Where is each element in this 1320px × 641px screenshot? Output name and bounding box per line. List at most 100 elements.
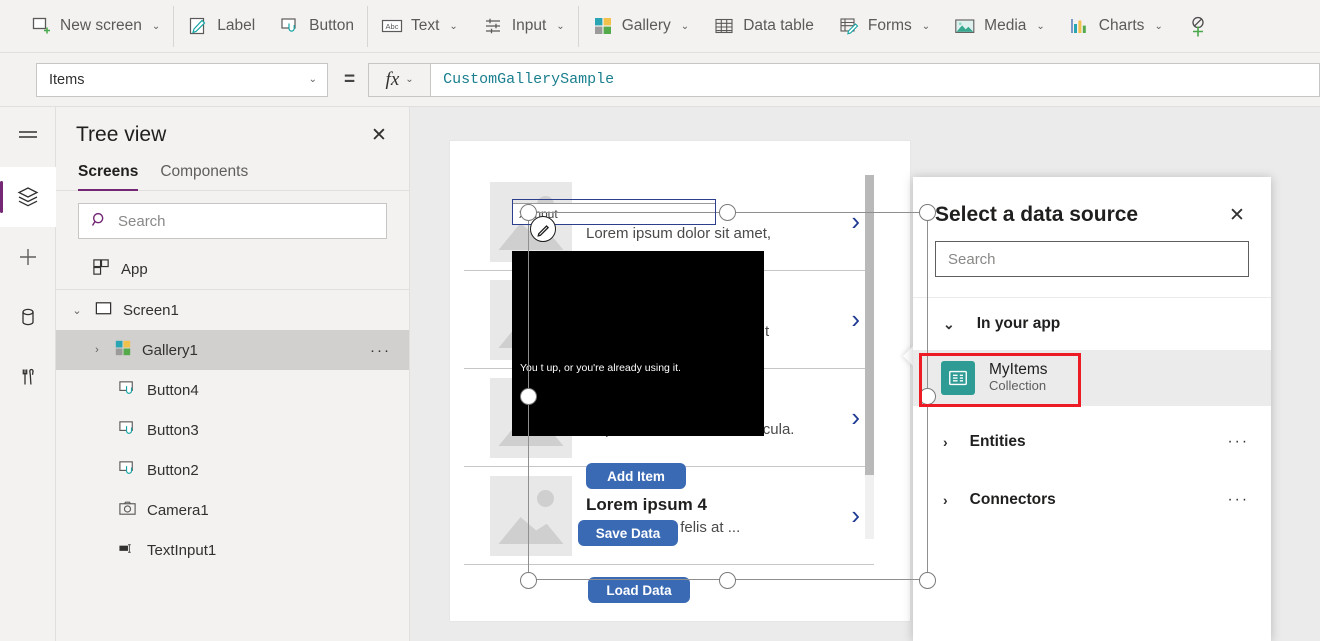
close-icon[interactable]: ✕ — [367, 123, 391, 147]
powerapps-studio: New screen ⌄ Label Button Abc Text ⌄ — [0, 0, 1320, 641]
toolbar-item-input[interactable]: Input ⌄ — [470, 4, 577, 48]
screen1-surface[interactable]: Lorem ipsum 1 Lorem ipsum dolor sit amet… — [450, 141, 910, 621]
data-source-search-input[interactable]: Search — [935, 241, 1249, 277]
sidebar-item-gallery1[interactable]: › Gallery1 ··· — [56, 330, 409, 370]
search-placeholder: Search — [118, 213, 166, 230]
button-icon — [279, 15, 301, 37]
hamburger-menu-icon[interactable] — [0, 107, 56, 167]
button-icon — [118, 379, 137, 402]
gallery-item-subtitle: Lorem ipsum dolor sit amet, — [586, 224, 851, 244]
tree-node-label: App — [121, 261, 148, 278]
toolbar-item-new-screen[interactable]: New screen ⌄ — [18, 4, 172, 48]
sidebar-item-textinput1[interactable]: TextInput1 — [56, 530, 409, 570]
sidebar-item-button3[interactable]: Button3 — [56, 410, 409, 450]
chevron-right-icon[interactable]: › — [943, 434, 948, 450]
insert-plus-icon[interactable] — [0, 227, 56, 287]
chevron-down-icon[interactable]: ⌄ — [943, 316, 955, 333]
screen-icon — [94, 299, 113, 322]
toolbar-item-icons[interactable] — [1175, 4, 1215, 48]
gallery-item-title: Lorem ipsum 4 — [586, 494, 851, 515]
text-abc-icon: Abc — [381, 15, 403, 37]
search-input[interactable]: Search — [78, 203, 387, 239]
toolbar-label: Gallery — [622, 17, 671, 35]
chevron-right-icon[interactable]: › — [851, 206, 860, 237]
tree-node-app[interactable]: App — [56, 250, 409, 290]
more-options-icon[interactable]: ··· — [370, 342, 391, 359]
gallery-scrollbar[interactable] — [865, 175, 874, 539]
toolbar-label: Media — [984, 17, 1026, 35]
camera-permission-text: You t up, or you're already using it. — [520, 362, 681, 374]
camera1-control[interactable]: You t up, or you're already using it. — [512, 251, 764, 436]
search-icon — [91, 211, 108, 231]
formula-input[interactable]: CustomGallerySample — [430, 63, 1320, 97]
sidebar-item-button2[interactable]: Button2 — [56, 450, 409, 490]
sidebar-item-screen1[interactable]: ⌄ Screen1 — [56, 290, 409, 330]
sidebar-item-camera1[interactable]: Camera1 — [56, 490, 409, 530]
icons-add-icon — [1187, 15, 1209, 37]
search-placeholder: Search — [948, 251, 996, 268]
resize-handle-top-center — [719, 204, 736, 221]
group-label: In your app — [977, 315, 1061, 333]
collection-icon — [941, 361, 975, 395]
toolbar-item-media[interactable]: Media ⌄ — [942, 4, 1057, 48]
resize-handle-bottom-center — [719, 572, 736, 589]
image-placeholder-icon — [490, 476, 572, 556]
fx-toggle-button[interactable]: fx ⌄ — [368, 63, 430, 97]
chevron-right-icon[interactable]: › — [943, 492, 948, 508]
button-label: Add Item — [607, 469, 665, 484]
chevron-down-icon[interactable]: ⌄ — [70, 304, 84, 317]
tree-view-layers-icon[interactable] — [0, 167, 56, 227]
tree-node-label: Button3 — [147, 422, 199, 439]
chevron-right-icon[interactable]: › — [851, 500, 860, 531]
tree-node-label: Button2 — [147, 462, 199, 479]
toolbar-label: Forms — [868, 17, 912, 35]
tree-node-label: Button4 — [147, 382, 199, 399]
group-entities[interactable]: › Entities ··· — [913, 416, 1271, 468]
group-connectors[interactable]: › Connectors ··· — [913, 474, 1271, 526]
load-data-button[interactable]: Load Data — [588, 577, 690, 603]
data-source-search-wrap: Search — [913, 227, 1271, 298]
toolbar-item-text[interactable]: Abc Text ⌄ — [369, 4, 470, 48]
tab-screens[interactable]: Screens — [78, 163, 138, 190]
close-icon[interactable]: ✕ — [1225, 203, 1249, 227]
data-source-item-name: MyItems — [989, 361, 1048, 379]
group-in-your-app[interactable]: ⌄ In your app — [913, 298, 1271, 350]
gallery-icon — [114, 339, 132, 361]
chevron-right-icon[interactable]: › — [90, 344, 104, 356]
label-icon — [187, 15, 209, 37]
advanced-tools-icon[interactable] — [0, 347, 56, 407]
toolbar-item-gallery[interactable]: Gallery ⌄ — [580, 4, 702, 48]
fx-icon: fx — [386, 69, 400, 91]
data-source-item-subtitle: Collection — [989, 378, 1048, 395]
save-data-button[interactable]: Save Data — [578, 520, 678, 546]
chevron-right-icon[interactable]: › — [851, 402, 860, 433]
tree-view-panel: Tree view ✕ Screens Components Search — [56, 107, 410, 641]
chevron-down-icon: ⌄ — [405, 74, 413, 85]
formula-text: CustomGallerySample — [443, 71, 614, 88]
charts-icon — [1069, 15, 1091, 37]
add-item-button[interactable]: Add Item — [586, 463, 686, 489]
toolbar-item-forms[interactable]: Forms ⌄ — [826, 4, 942, 48]
toolbar-item-charts[interactable]: Charts ⌄ — [1057, 4, 1175, 48]
chevron-right-icon[interactable]: › — [851, 304, 860, 335]
data-cylinder-icon[interactable] — [0, 287, 56, 347]
toolbar-item-button[interactable]: Button — [267, 4, 366, 48]
gallery-icon — [592, 15, 614, 37]
toolbar-label: Label — [217, 17, 255, 35]
sidebar-item-button4[interactable]: Button4 — [56, 370, 409, 410]
more-options-icon[interactable]: ··· — [1228, 433, 1250, 451]
more-options-icon[interactable]: ··· — [1228, 491, 1250, 509]
edit-pencil-icon[interactable] — [530, 216, 556, 242]
toolbar-item-data-table[interactable]: Data table — [701, 4, 826, 48]
property-selector[interactable]: Items ⌄ — [36, 63, 328, 97]
button-label: Save Data — [596, 526, 661, 541]
tab-components[interactable]: Components — [160, 163, 248, 190]
toolbar-label: Charts — [1099, 17, 1145, 35]
insert-toolbar: New screen ⌄ Label Button Abc Text ⌄ — [0, 0, 1320, 53]
forms-icon — [838, 15, 860, 37]
group-label: Connectors — [970, 491, 1056, 509]
toolbar-item-label[interactable]: Label — [175, 4, 267, 48]
data-source-item-myitems[interactable]: MyItems Collection — [913, 350, 1271, 406]
tree-view-tabs: Screens Components — [56, 163, 409, 191]
new-screen-icon — [30, 15, 52, 37]
